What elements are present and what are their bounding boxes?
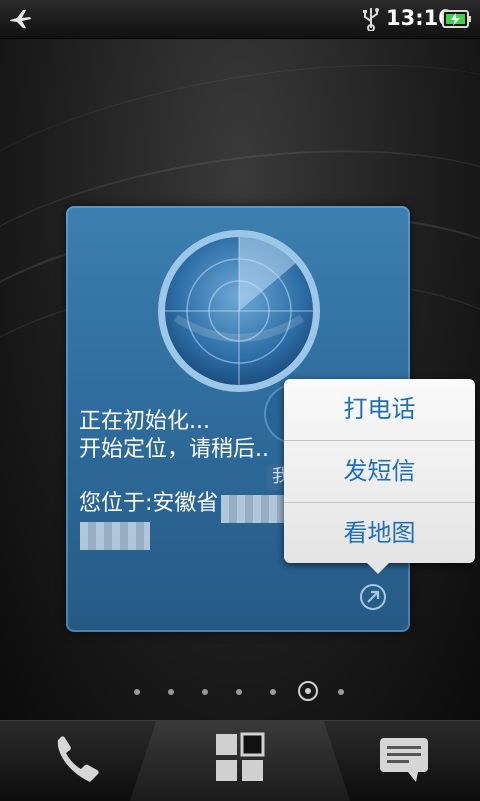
airplane-mode-icon: [10, 10, 31, 28]
page-dot[interactable]: [338, 689, 344, 695]
page-dot[interactable]: [168, 689, 174, 695]
page-dot[interactable]: [270, 689, 276, 695]
obscured-address: [221, 495, 285, 523]
radar-icon: [158, 230, 320, 392]
menu-item-sms[interactable]: 发短信: [284, 441, 475, 503]
popup-pointer: [366, 562, 390, 574]
page-dot-active[interactable]: [298, 681, 318, 701]
menu-item-map[interactable]: 看地图: [284, 503, 475, 564]
action-popup-menu: 打电话 发短信 看地图: [284, 379, 475, 563]
page-indicator[interactable]: [0, 680, 480, 704]
obscured-address: [80, 522, 150, 550]
page-dot[interactable]: [202, 689, 208, 695]
battery-charging-icon: [442, 10, 471, 28]
page-dot[interactable]: [236, 689, 242, 695]
status-bar[interactable]: 13:10: [0, 0, 480, 39]
page-dot[interactable]: [134, 689, 140, 695]
share-icon[interactable]: [358, 582, 388, 612]
all-apps-icon[interactable]: [214, 732, 266, 784]
messages-icon[interactable]: [378, 736, 430, 784]
usb-icon: [363, 8, 379, 31]
phone-icon[interactable]: [50, 732, 106, 788]
menu-item-call[interactable]: 打电话: [284, 379, 475, 441]
